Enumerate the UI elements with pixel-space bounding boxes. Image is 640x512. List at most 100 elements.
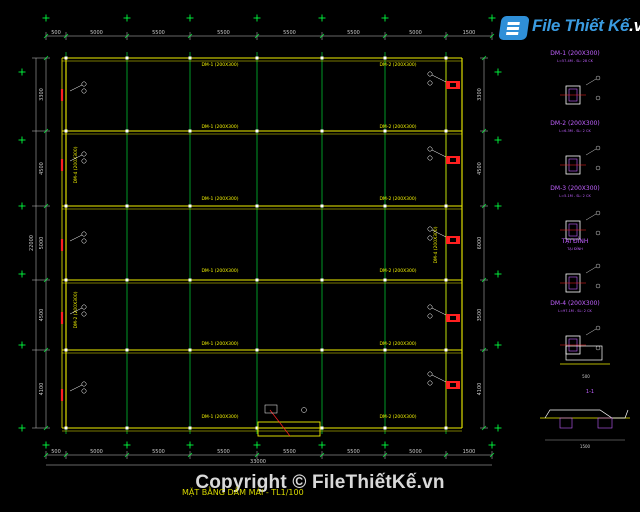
column — [125, 56, 129, 60]
detail-2-gutter — [597, 417, 613, 429]
rebar-right-core — [450, 383, 456, 387]
bottom-dim-label: 5000 — [409, 449, 422, 455]
column — [125, 204, 129, 208]
marker-right — [427, 235, 433, 241]
section-leader — [585, 266, 597, 274]
bottom-dim-label: 5500 — [217, 449, 230, 455]
gutter-leader — [269, 409, 291, 437]
section-title: DM-1 (200X300) — [550, 50, 599, 57]
column — [64, 348, 68, 352]
marker-left — [81, 151, 87, 157]
column — [188, 56, 192, 60]
beam-label: DM-2 (200X300) — [379, 414, 416, 420]
rebar-right-core — [450, 158, 456, 162]
logo-text: File Thiết Kế.vn — [532, 16, 640, 35]
column — [383, 426, 387, 430]
right-dim-label: 6000 — [477, 237, 483, 250]
roof-beam-plan: 500 5000 5500 5500 5500 5500 5000 1500 500 5000 55… — [18, 14, 630, 466]
section-marker — [595, 95, 601, 101]
bottom-dim-label: 1500 — [463, 449, 476, 455]
left-dim-label: 4500 — [39, 162, 45, 175]
section-leader — [585, 148, 597, 156]
marker-left — [81, 304, 87, 310]
marker-right — [427, 155, 433, 161]
rebar-right-core — [450, 83, 456, 87]
left-dim-label: 5000 — [39, 237, 45, 250]
column — [444, 204, 448, 208]
marker-right — [427, 313, 433, 319]
column — [188, 426, 192, 430]
site-logo: File Thiết Kế.vn — [498, 14, 640, 42]
rebar-right-core — [450, 238, 456, 242]
column — [320, 426, 324, 430]
beam-label: DM-1 (200X300) — [201, 124, 238, 130]
left-dim-label: 3300 — [39, 88, 45, 101]
section-note: L=57.4M - SL: 28 CK — [557, 59, 594, 63]
top-dim-label: 5500 — [347, 30, 360, 36]
top-dim-label: 5500 — [217, 30, 230, 36]
marker-right — [427, 146, 433, 152]
column — [320, 129, 324, 133]
right-dim-label: 4100 — [477, 383, 483, 396]
top-dim-label: 5500 — [283, 30, 296, 36]
section-note: L=97.1M - SL: 2 CK — [558, 309, 592, 313]
marker-left — [81, 231, 87, 237]
column — [125, 278, 129, 282]
cad-drawing-canvas: 500 5000 5500 5500 5500 5500 5000 1500 500 5000 55… — [0, 0, 640, 512]
section-note: L=6.3M - SL: 2 CK — [559, 129, 591, 133]
drawing-title: MẶT BẰNG DẦM MÁI - TL1/100 — [182, 488, 304, 497]
leader-right — [431, 307, 447, 316]
top-dim-label: 5000 — [409, 30, 422, 36]
marker-right — [427, 304, 433, 310]
beam-label: DM-2 (200X300) — [379, 268, 416, 274]
column — [383, 56, 387, 60]
section-marker — [595, 283, 601, 289]
marker-left — [81, 158, 87, 164]
column — [188, 348, 192, 352]
rebar-right-core — [450, 316, 456, 320]
bottom-dim-label: 5500 — [347, 449, 360, 455]
top-dim-label: 5500 — [152, 30, 165, 36]
right-dim-label: 4500 — [477, 162, 483, 175]
left-total-label: 22000 — [29, 235, 35, 251]
marker-right — [427, 371, 433, 377]
beam-label: DM-1 (200X300) — [201, 196, 238, 202]
column — [188, 204, 192, 208]
marker-left — [81, 238, 87, 244]
section-marker — [595, 75, 601, 81]
column — [320, 56, 324, 60]
section-marker — [595, 210, 601, 216]
top-dim-label: 1500 — [463, 30, 476, 36]
leader-right — [431, 74, 447, 83]
top-dim-label: 5000 — [90, 30, 103, 36]
marker-right — [427, 80, 433, 86]
leader-left — [69, 84, 83, 92]
column — [320, 278, 324, 282]
section-title: DM-3 (200X300) — [550, 185, 599, 192]
column — [320, 204, 324, 208]
section-marker — [595, 325, 601, 331]
beam-label: DM-1 (200X300) — [201, 414, 238, 420]
column — [444, 56, 448, 60]
column — [255, 204, 259, 208]
detail-1-label: 1-1 — [586, 389, 594, 395]
beam-label: DM-2 (200X300) — [379, 196, 416, 202]
marker-left — [81, 388, 87, 394]
detail-dim: 500 — [582, 374, 590, 379]
column — [125, 348, 129, 352]
file-icon — [498, 16, 530, 40]
column — [188, 278, 192, 282]
column — [320, 348, 324, 352]
column — [444, 348, 448, 352]
bottom-dim-label: 5500 — [152, 449, 165, 455]
marker-left — [81, 311, 87, 317]
column — [383, 278, 387, 282]
right-dim-label: 3500 — [477, 309, 483, 322]
bottom-dim-label: 500 — [51, 449, 61, 455]
detail-2-gutter — [559, 417, 573, 429]
bottom-dim-label: 5000 — [90, 449, 103, 455]
detail-2-profile — [544, 409, 629, 419]
section-leader — [585, 328, 597, 336]
detail-1-box — [565, 345, 603, 361]
beam-label-vertical: DM-4 (200X300) — [73, 146, 79, 183]
